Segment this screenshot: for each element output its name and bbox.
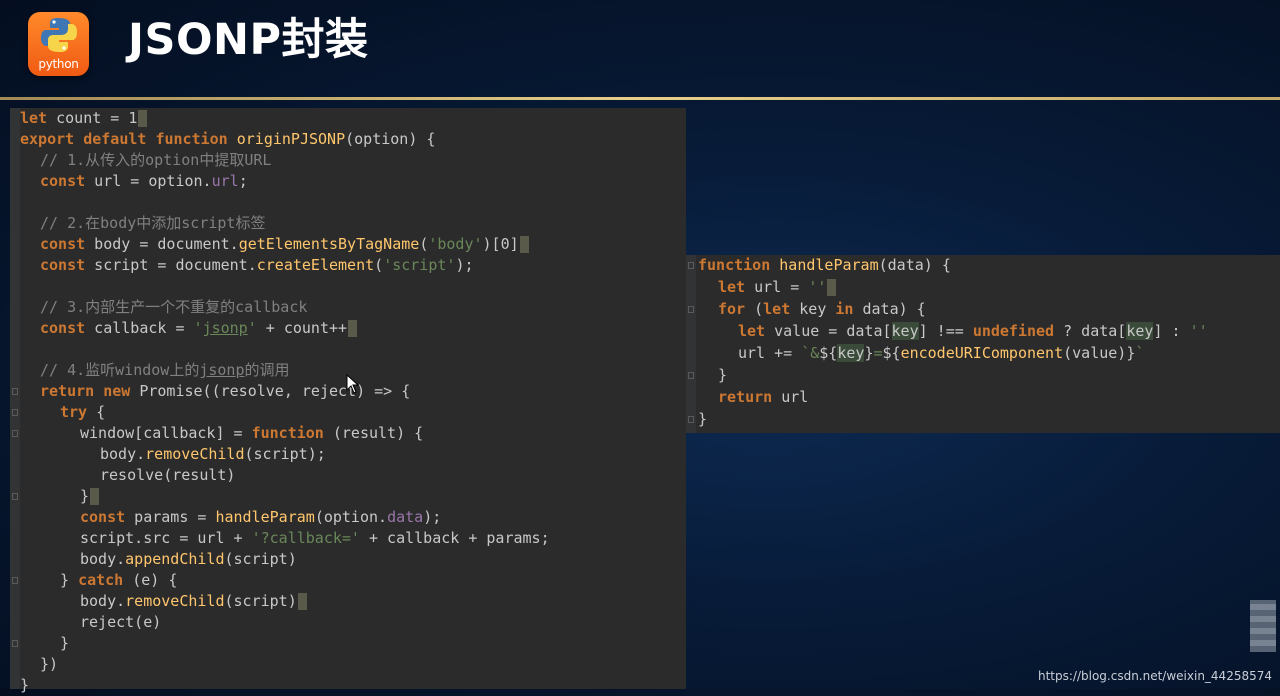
fold-marker-icon[interactable] [12,577,18,584]
code-line: } catch (e) { [60,571,178,589]
fold-marker-icon[interactable] [12,409,18,416]
code-line: } [20,676,30,694]
code-line: const body = document.getElementsByTagNa… [40,234,529,255]
fold-marker-icon[interactable] [12,430,18,437]
code-line: body.removeChild(script) [80,591,307,612]
editor-gutter [10,108,20,689]
code-line: const url = option.url; [40,172,248,190]
code-line: body.appendChild(script) [80,550,297,568]
slide-header: python JSONP封装 [0,0,1280,98]
code-line: script.src = url + '?callback=' + callba… [80,529,550,547]
code-line: url += `&${key}=${encodeURIComponent(val… [738,344,1145,362]
code-line: window[callback] = function (result) { [80,424,424,442]
code-line: for (let key in data) { [718,300,926,318]
fold-marker-icon[interactable] [12,493,18,500]
fold-marker-icon[interactable] [688,262,694,269]
code-line: }) [40,655,59,673]
code-line: body.removeChild(script); [100,445,326,463]
code-panel-origin-jsonp: let count = 1 export default function or… [10,108,686,694]
code-line: export default function originPJSONP(opt… [20,130,436,148]
code-line: let value = data[key] !== undefined ? da… [738,322,1208,340]
slide-title: JSONP封装 [128,15,369,65]
code-line: const params = handleParam(option.data); [80,508,442,526]
code-line: } [80,486,100,507]
fold-marker-icon[interactable] [688,416,694,423]
code-line: function handleParam(data) { [698,256,951,274]
code-line: resolve(result) [100,466,236,484]
editor-gutter [686,255,696,433]
header-divider [0,97,1280,100]
code-line: } [698,410,708,428]
code-line: let count = 1 [20,108,148,129]
code-line: const callback = 'jsonp' + count++ [40,318,358,339]
mouse-pointer-icon [346,373,360,398]
code-comment: // 2.在body中添加script标签 [40,214,266,232]
code-comment: // 3.内部生产一个不重复的callback [40,298,308,316]
fold-marker-icon[interactable] [688,372,694,379]
fold-marker-icon[interactable] [688,306,694,313]
fold-marker-icon[interactable] [12,640,18,647]
code-line: return url [718,388,809,406]
code-line: const script = document.createElement('s… [40,256,474,274]
code-line: try { [60,403,106,421]
code-line: } [60,634,70,652]
code-line: let url = '' [718,277,837,298]
code-panel-handle-param: function handleParam(data) { let url = '… [686,255,1280,433]
logo-text: python [38,57,79,71]
code-line: reject(e) [80,613,162,631]
blurred-overlay [1250,600,1276,652]
code-line: } [718,366,728,384]
python-logo-icon: python [28,12,89,76]
watermark: https://blog.csdn.net/weixin_44258574 [1037,669,1272,683]
code-comment: // 4.监听window上的jsonp的调用 [40,361,290,379]
fold-marker-icon[interactable] [12,388,18,395]
code-comment: // 1.从传入的option中提取URL [40,151,272,169]
